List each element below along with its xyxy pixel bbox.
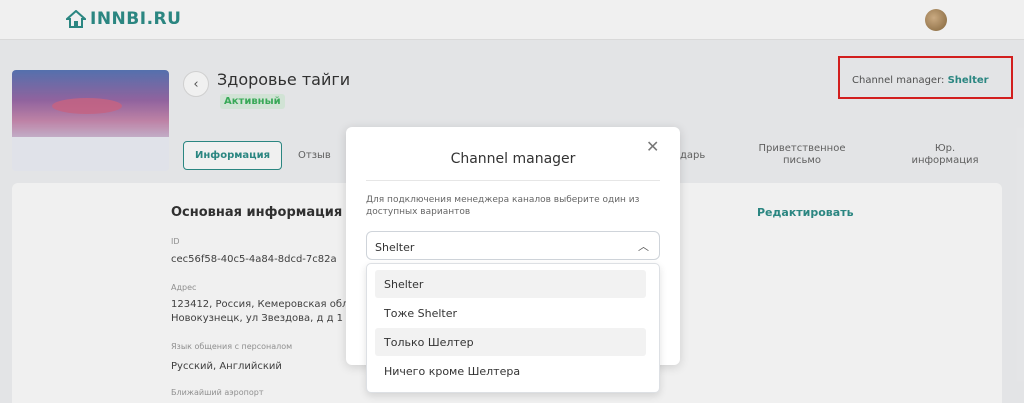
option-nichego-krome-sheltera[interactable]: Ничего кроме Шелтера (375, 357, 646, 385)
option-shelter[interactable]: Shelter (375, 270, 646, 298)
channel-manager-select[interactable]: Shelter ︿ (366, 231, 660, 260)
select-value: Shelter (375, 241, 415, 254)
option-tolko-shelter[interactable]: Только Шелтер (375, 328, 646, 356)
modal-divider (366, 180, 660, 181)
chevron-up-icon: ︿ (638, 240, 649, 253)
modal-title: Channel manager (450, 151, 576, 167)
option-tozhe-shelter[interactable]: Тоже Shelter (375, 299, 646, 327)
modal-description: Для подключения менеджера каналов выбери… (366, 195, 640, 217)
select-dropdown: Shelter Тоже Shelter Только Шелтер Ничег… (366, 263, 660, 393)
